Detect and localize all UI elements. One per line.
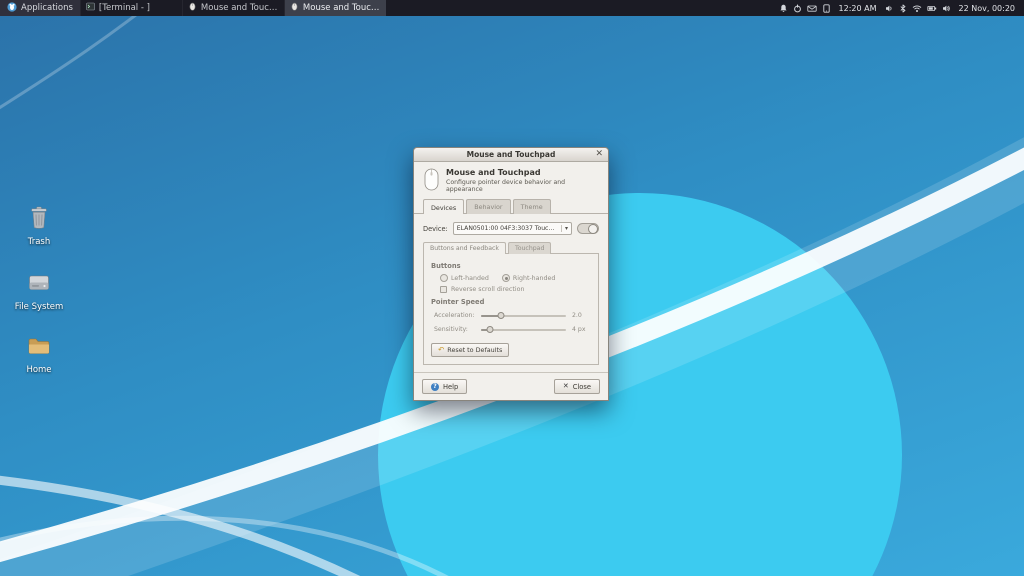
trash-icon [26,205,52,235]
help-icon: ? [431,383,439,391]
date-display[interactable]: 22 Nov, 00:20 [956,4,1018,13]
left-handed-label: Left-handed [451,275,489,282]
reverse-scroll-checkbox-row[interactable]: Reverse scroll direction [431,286,591,293]
reset-to-defaults-button[interactable]: ↶ Reset to Defaults [431,343,509,357]
dialog-header-title: Mouse and Touchpad [446,168,598,177]
device-settings-notebook: Buttons and Feedback Touchpad Buttons Le… [423,241,599,365]
desktop-icon-home[interactable]: Home [8,333,70,375]
slider-handle[interactable] [498,312,505,319]
battery-icon[interactable] [927,4,937,13]
desktop-icon-label: Home [26,365,51,375]
slider-handle[interactable] [486,326,493,333]
reset-to-defaults-label: Reset to Defaults [447,346,502,354]
tab-theme[interactable]: Theme [513,199,551,214]
acceleration-value: 2.0 [572,312,591,319]
top-panel: Applications [Terminal - ] Mouse and Tou… [0,0,1024,16]
acceleration-slider[interactable] [481,311,566,320]
desktop: Applications [Terminal - ] Mouse and Tou… [0,0,1024,576]
dialog-tab-bar: Devices Behavior Theme [414,199,608,214]
applications-label: Applications [21,3,73,13]
taskbar-window-terminal[interactable]: [Terminal - ] [80,0,182,16]
dialog-header-subtitle: Configure pointer device behavior and ap… [446,179,598,193]
dialog-header: Mouse and Touchpad Configure pointer dev… [414,162,608,198]
slider-track [481,329,566,331]
applications-menu-button[interactable]: Applications [0,0,80,16]
subtab-buttons-and-feedback[interactable]: Buttons and Feedback [423,242,506,254]
close-icon: ✕ [563,383,569,390]
device-settings-subtabs: Buttons and Feedback Touchpad [423,242,599,254]
buttons-section-heading: Buttons [431,262,591,270]
help-button[interactable]: ? Help [422,379,467,394]
desktop-icon-label: File System [15,302,64,312]
clock[interactable]: 12:20 AM [836,4,880,13]
notifications-icon[interactable] [779,4,788,13]
display-icon[interactable] [822,4,831,13]
sensitivity-row: Sensitivity: 4 px [431,325,591,334]
applications-icon [7,2,17,15]
system-tray: 12:20 AM 22 Nov, 00:20 [773,0,1024,16]
taskbar-window-mouse-touchpad-1[interactable]: Mouse and Touchpad [182,0,284,16]
radio-checked-icon [502,274,510,282]
devices-tab-panel: Device: ELAN0501:00 04F3:3037 Touchpad ▾… [414,213,608,365]
wireless-icon[interactable] [912,4,922,13]
volume-indicator-icon[interactable] [942,4,951,13]
drive-icon [26,270,52,300]
taskbar-window-label: Mouse and Touchpad [201,3,279,13]
desktop-icon-label: Trash [28,237,50,247]
bluetooth-icon[interactable] [899,4,907,13]
acceleration-label: Acceleration: [431,312,475,319]
mouse-and-touchpad-dialog: Mouse and Touchpad ✕ Mouse and Touchpad … [413,147,609,401]
buttons-and-feedback-panel: Buttons Left-handed Right-handed [423,253,599,365]
radio-unchecked-icon [440,274,448,282]
help-label: Help [443,383,458,391]
undo-icon: ↶ [438,347,444,353]
acceleration-row: Acceleration: 2.0 [431,311,591,320]
taskbar-window-label: Mouse and Touchpad [303,3,381,13]
tab-devices[interactable]: Devices [423,199,464,214]
mouse-icon [290,2,299,14]
close-button[interactable]: ✕ Close [554,379,600,394]
desktop-icon-trash[interactable]: Trash [8,205,70,247]
handedness-radio-group: Left-handed Right-handed [431,274,591,282]
dialog-title: Mouse and Touchpad [467,150,556,159]
sensitivity-label: Sensitivity: [431,326,475,333]
desktop-icon-file-system[interactable]: File System [8,270,70,312]
mouse-device-icon [424,168,439,193]
right-handed-label: Right-handed [513,275,556,282]
power-icon[interactable] [793,4,802,13]
chevron-down-icon: ▾ [561,225,568,232]
checkbox-unchecked-icon [440,286,447,293]
pointer-speed-section-heading: Pointer Speed [431,298,591,306]
terminal-icon [86,2,95,14]
taskbar-window-mouse-touchpad-2[interactable]: Mouse and Touchpad [284,0,386,16]
close-label: Close [573,383,591,391]
window-close-icon[interactable]: ✕ [595,148,603,161]
mail-icon[interactable] [807,4,817,13]
volume-icon[interactable] [885,4,894,13]
device-combobox[interactable]: ELAN0501:00 04F3:3037 Touchpad ▾ [453,222,572,235]
folder-icon [26,333,52,363]
taskbar-window-label: [Terminal - ] [99,3,150,13]
switch-knob [588,224,598,234]
sensitivity-value: 4 px [572,326,591,333]
left-handed-option[interactable]: Left-handed [440,274,489,282]
subtab-touchpad[interactable]: Touchpad [508,242,551,254]
device-row: Device: ELAN0501:00 04F3:3037 Touchpad ▾ [414,214,608,241]
dialog-footer: ? Help ✕ Close [414,372,608,400]
device-enabled-switch[interactable] [577,223,599,234]
right-handed-option[interactable]: Right-handed [502,274,556,282]
tab-behavior[interactable]: Behavior [466,199,510,214]
device-label: Device: [423,225,448,233]
sensitivity-slider[interactable] [481,325,566,334]
mouse-icon [188,2,197,14]
device-combobox-value: ELAN0501:00 04F3:3037 Touchpad [457,225,558,232]
reverse-scroll-label: Reverse scroll direction [451,286,524,293]
dialog-titlebar[interactable]: Mouse and Touchpad ✕ [414,148,608,162]
